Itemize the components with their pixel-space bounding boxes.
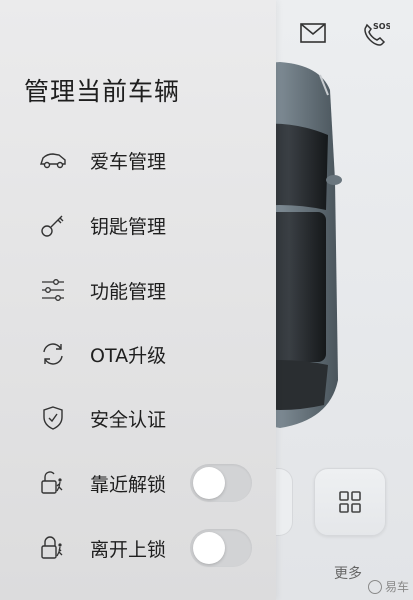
menu-item-proximity-unlock: 靠近解锁 [0, 461, 276, 505]
toggle-knob [193, 532, 225, 564]
unlock-icon [38, 468, 68, 498]
menu-item-security-auth[interactable]: 安全认证 [0, 396, 276, 440]
menu-label: 安全认证 [90, 408, 167, 431]
proximity-unlock-toggle[interactable] [190, 464, 252, 502]
menu-item-ota-upgrade[interactable]: OTA升级 [0, 332, 276, 376]
menu-label: OTA升级 [90, 344, 167, 367]
watermark: 易车 [368, 578, 409, 595]
car-icon [38, 145, 68, 175]
grid-icon [339, 491, 361, 513]
menu-label: 离开上锁 [90, 538, 167, 561]
refresh-icon [38, 339, 68, 369]
menu-item-car-management[interactable]: 爱车管理 [0, 138, 276, 182]
shield-check-icon [38, 403, 68, 433]
watermark-logo-icon [368, 579, 382, 594]
watermark-text: 易车 [385, 580, 410, 594]
sos-label: SOS [373, 22, 390, 31]
menu-label: 钥匙管理 [90, 215, 167, 238]
leave-lock-toggle[interactable] [190, 529, 252, 567]
lock-icon [38, 533, 68, 563]
sliders-icon [38, 275, 68, 305]
toggle-knob [193, 467, 225, 499]
vehicle-drawer: 管理当前车辆 爱车管理 钥匙管理 功能管理 OTA升级 安全认证 靠近解锁 离开… [0, 0, 276, 600]
menu-label: 爱车管理 [90, 150, 167, 173]
more-label: 更多 [334, 566, 362, 582]
menu-item-function-management[interactable]: 功能管理 [0, 268, 276, 312]
menu-label: 靠近解锁 [90, 473, 167, 496]
mail-icon[interactable] [298, 18, 328, 48]
menu-item-leave-lock: 离开上锁 [0, 526, 276, 570]
menu-label: 功能管理 [90, 280, 167, 303]
more-button[interactable] [314, 468, 386, 536]
key-icon [38, 210, 68, 240]
drawer-title: 管理当前车辆 [24, 77, 181, 106]
sos-phone-icon[interactable]: SOS [360, 18, 390, 48]
menu-item-key-management[interactable]: 钥匙管理 [0, 203, 276, 247]
